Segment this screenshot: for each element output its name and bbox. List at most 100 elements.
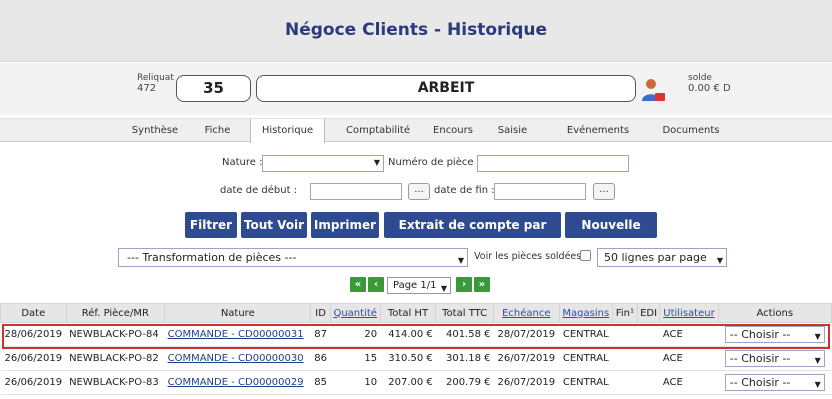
- history-table: Date Réf. Pièce/MR Nature ID Quantité To…: [0, 303, 832, 395]
- chevron-down-icon: ▼: [457, 256, 464, 265]
- cell-echeance: 26/07/2019: [493, 346, 560, 371]
- col-ref: Réf. Pièce/MR: [65, 303, 166, 323]
- nouvelle-note-button[interactable]: Nouvelle Note: [565, 212, 657, 258]
- chevron-down-icon: ▼: [440, 284, 447, 293]
- solde-value: 0.00 € D: [688, 83, 731, 94]
- table-row: 26/06/2019 NEWBLACK-PO-82 COMMANDE - CD0…: [0, 346, 832, 371]
- cell-magasin: CENTRAL: [559, 322, 613, 347]
- cell-ttc: 401.58 €: [435, 322, 494, 347]
- chevron-down-icon: ▼: [814, 356, 821, 365]
- chevron-down-icon: ▼: [814, 332, 821, 341]
- transformation-select[interactable]: --- Transformation de pièces --- ▼: [118, 248, 468, 267]
- tab-documents[interactable]: Documents: [660, 119, 722, 142]
- action-select[interactable]: -- Choisir -- ▼: [724, 350, 825, 367]
- client-bar: Reliquat 472 35 ARBEIT solde 0.00 € D: [0, 63, 832, 115]
- date-fin-picker-button[interactable]: ...: [593, 183, 615, 200]
- table-row: 26/06/2019 NEWBLACK-PO-83 COMMANDE - CD0…: [0, 370, 832, 395]
- tab-bar: Synthèse Fiche Historique Comptabilité E…: [0, 118, 832, 143]
- nature-link[interactable]: COMMANDE - CD00000030: [168, 353, 304, 364]
- cell-id: 85: [310, 370, 331, 395]
- per-page-value: 50 lignes par page: [604, 251, 707, 264]
- tab-encours[interactable]: Encours: [428, 119, 478, 142]
- date-debut-picker-button[interactable]: ...: [408, 183, 430, 200]
- last-page-icon[interactable]: »: [474, 277, 490, 292]
- nature-label: Nature :: [222, 157, 263, 168]
- date-fin-label: date de fin :: [434, 185, 495, 196]
- tab-historique[interactable]: Historique: [250, 119, 325, 143]
- tout-voir-button[interactable]: Tout Voir: [241, 212, 307, 238]
- filtrer-button[interactable]: Filtrer: [185, 212, 237, 238]
- col-total-ht: Total HT: [379, 303, 437, 323]
- col-date: Date: [0, 303, 67, 323]
- cell-id: 87: [310, 322, 331, 347]
- tab-comptabilite[interactable]: Comptabilité: [342, 119, 414, 142]
- col-fin: Fin¹: [612, 303, 638, 323]
- chevron-down-icon: ▼: [716, 256, 723, 265]
- next-page-icon[interactable]: ›: [456, 277, 472, 292]
- cell-date: 26/06/2019: [0, 370, 67, 395]
- col-echeance-sort[interactable]: Echéance: [493, 303, 560, 323]
- col-utilisateur-sort[interactable]: Utilisateur: [659, 303, 719, 323]
- cell-date: 28/06/2019: [0, 322, 67, 347]
- cell-ttc: 200.79 €: [435, 370, 494, 395]
- voir-soldees-checkbox[interactable]: [580, 250, 591, 261]
- extrait-email-button[interactable]: Extrait de compte par email: [384, 212, 561, 258]
- cell-qty: 15: [330, 346, 381, 371]
- tab-saisie[interactable]: Saisie: [490, 119, 535, 142]
- page-select[interactable]: Page 1/1 ▼: [387, 277, 451, 294]
- date-debut-label: date de début :: [220, 185, 298, 196]
- table-header-row: Date Réf. Pièce/MR Nature ID Quantité To…: [0, 303, 832, 323]
- tab-fiche[interactable]: Fiche: [195, 119, 240, 142]
- transformation-value: --- Transformation de pièces ---: [127, 251, 297, 264]
- numero-input[interactable]: [477, 155, 629, 172]
- cell-ref: NEWBLACK-PO-83: [66, 370, 165, 395]
- action-select[interactable]: -- Choisir -- ▼: [724, 374, 825, 391]
- tab-synthese[interactable]: Synthèse: [130, 119, 180, 142]
- client-number: 35: [176, 75, 251, 102]
- page-title: Négoce Clients - Historique: [284, 20, 548, 40]
- cell-ht: 310.50 €: [380, 346, 436, 371]
- solde-label: solde: [688, 73, 712, 83]
- tab-evenements[interactable]: Evénements: [562, 119, 634, 142]
- action-value: -- Choisir --: [729, 328, 791, 341]
- client-name: ARBEIT: [256, 75, 636, 102]
- action-value: -- Choisir --: [729, 352, 791, 365]
- cell-ref: NEWBLACK-PO-82: [66, 346, 165, 371]
- chevron-down-icon: ▼: [373, 158, 380, 167]
- cell-id: 86: [310, 346, 331, 371]
- cell-magasin: CENTRAL: [559, 346, 613, 371]
- col-total-ttc: Total TTC: [435, 303, 494, 323]
- nature-link[interactable]: COMMANDE - CD00000031: [168, 329, 304, 340]
- nature-select[interactable]: ▼: [262, 155, 384, 172]
- cell-fin: [612, 322, 638, 347]
- action-select[interactable]: -- Choisir -- ▼: [724, 326, 825, 343]
- page-value: Page 1/1: [393, 280, 437, 291]
- cell-edi: [637, 322, 660, 347]
- cell-edi: [637, 346, 660, 371]
- reliquat-label: Reliquat: [137, 73, 174, 83]
- user-icon[interactable]: [640, 77, 666, 103]
- cell-ht: 207.00 €: [380, 370, 436, 395]
- col-actions: Actions: [717, 303, 832, 323]
- date-fin-input[interactable]: [494, 183, 586, 200]
- chevron-down-icon: ▼: [814, 380, 821, 389]
- cell-ref: NEWBLACK-PO-84: [66, 322, 165, 347]
- cell-magasin: CENTRAL: [559, 370, 613, 395]
- col-magasins-sort[interactable]: Magasins: [558, 303, 614, 323]
- nature-link[interactable]: COMMANDE - CD00000029: [168, 377, 304, 388]
- prev-page-icon[interactable]: ‹: [368, 277, 384, 292]
- cell-qty: 10: [330, 370, 381, 395]
- first-page-icon[interactable]: «: [350, 277, 366, 292]
- date-debut-input[interactable]: [310, 183, 402, 200]
- per-page-select[interactable]: 50 lignes par page ▼: [597, 248, 727, 267]
- title-bar: Négoce Clients - Historique: [0, 0, 832, 62]
- cell-edi: [637, 370, 660, 395]
- col-nature: Nature: [164, 303, 312, 323]
- action-value: -- Choisir --: [729, 376, 791, 389]
- cell-user: ACE: [659, 346, 719, 371]
- imprimer-button[interactable]: Imprimer: [311, 212, 379, 238]
- voir-soldees-label: Voir les pièces soldées: [474, 251, 582, 262]
- reliquat-value: 472: [137, 83, 157, 94]
- cell-ht: 414.00 €: [380, 322, 436, 347]
- col-quantite-sort[interactable]: Quantité: [329, 303, 381, 323]
